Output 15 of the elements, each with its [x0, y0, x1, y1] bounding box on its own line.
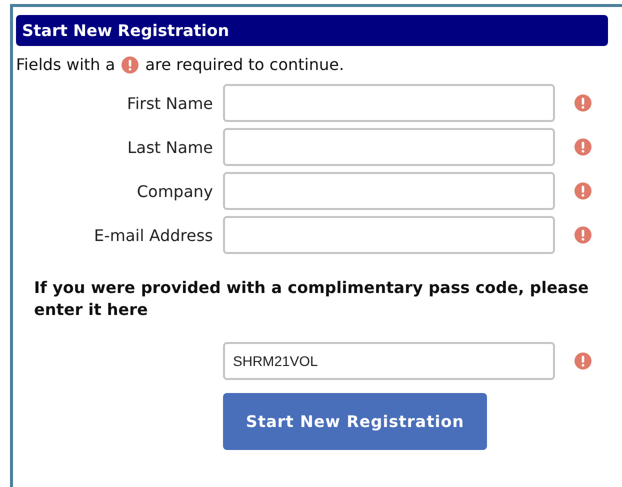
pass-code-field[interactable]: SHRM21VOL: [223, 342, 555, 380]
notice-text: Fields with a: [16, 55, 116, 74]
text-field[interactable]: [223, 216, 555, 254]
field-label: Company: [136, 182, 213, 200]
text-field[interactable]: [223, 84, 555, 122]
text-field[interactable]: [223, 172, 555, 210]
field-label: Last Name: [126, 138, 213, 156]
notice-text: are required to continue.: [145, 55, 344, 74]
text-field[interactable]: [223, 128, 555, 166]
field-label: First Name: [126, 94, 213, 112]
required-icon: [121, 56, 140, 74]
form-title: Start New Registration: [16, 15, 608, 46]
pass-code-prompt: If you were provided with a complimentary pass code, please enter it here: [34, 277, 590, 321]
start-registration-button[interactable]: Start New Registration: [223, 393, 487, 450]
field-label: E-mail Address: [93, 226, 213, 244]
